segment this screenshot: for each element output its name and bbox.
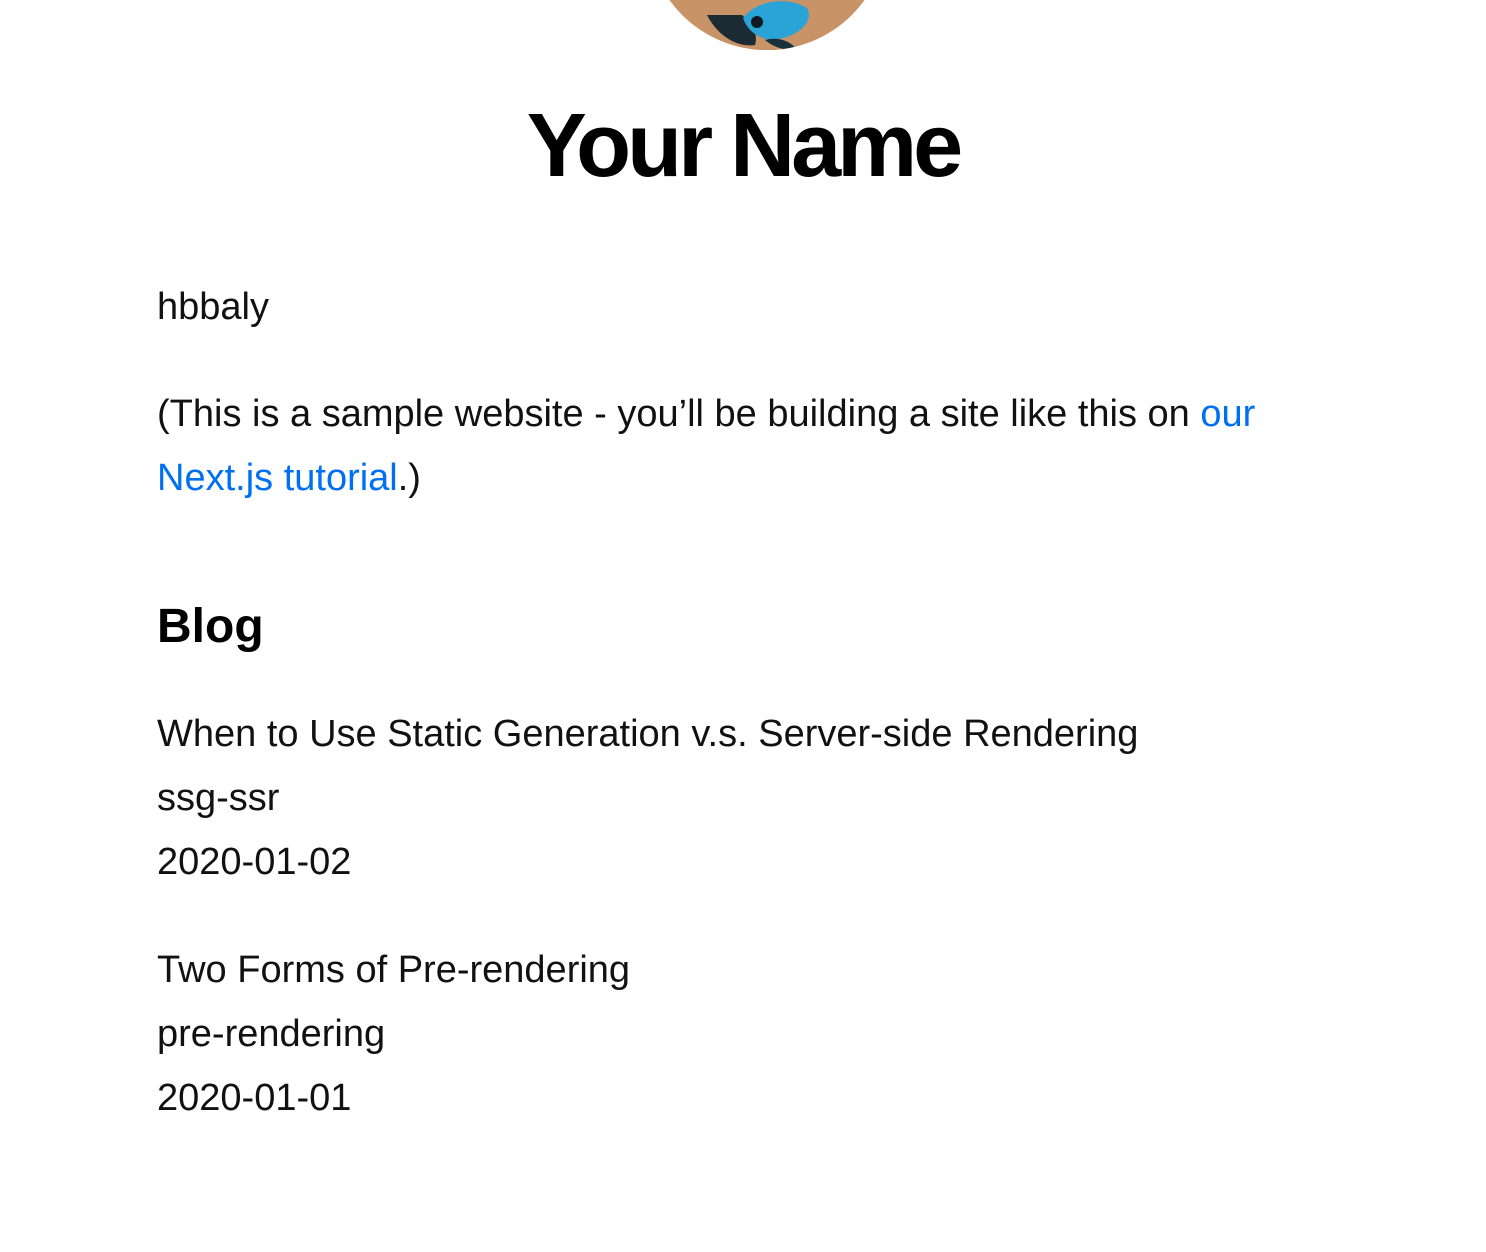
post-date: 2020-01-01 (157, 1077, 352, 1119)
post-id: pre-rendering (157, 1013, 386, 1055)
post-title: When to Use Static Generation v.s. Serve… (157, 713, 1139, 755)
page: Your Name hbbaly (This is a sample websi… (0, 0, 1486, 1252)
post-date: 2020-01-02 (157, 841, 352, 883)
post-title: Two Forms of Pre-rendering (157, 949, 631, 991)
site-name-heading: Your Name (526, 96, 963, 196)
post-id: ssg-ssr (157, 777, 280, 819)
blog-heading: Blog (157, 600, 264, 653)
intro-text: hbbaly (157, 286, 269, 328)
blog-post-item: When to Use Static Generation v.s. Serve… (157, 702, 1138, 894)
blog-post-item: Two Forms of Pre-rendering pre-rendering… (157, 938, 1138, 1130)
profile-avatar (647, 0, 887, 50)
intro-note-prefix: (This is a sample website - you’ll be bu… (157, 393, 1201, 435)
avatar-photo (647, 0, 887, 50)
intro-note-suffix: .) (397, 457, 421, 499)
intro-note: (This is a sample website - you’ll be bu… (157, 382, 1377, 510)
blog-post-list: When to Use Static Generation v.s. Serve… (157, 702, 1138, 1174)
